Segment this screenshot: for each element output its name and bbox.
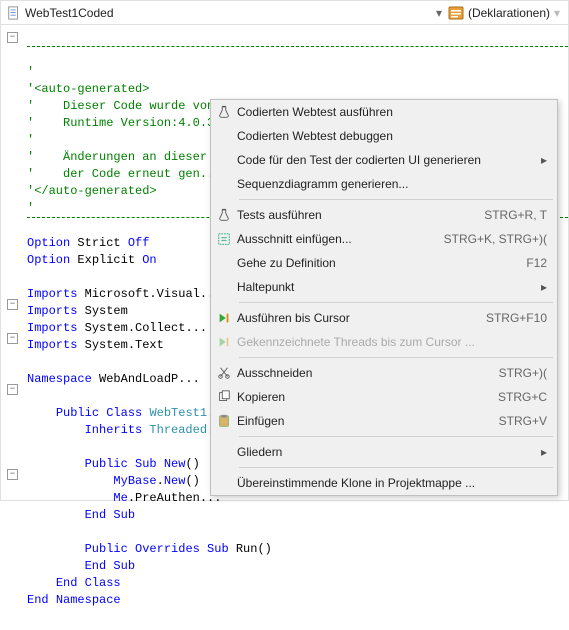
- menu-item-shortcut: STRG+K, STRG+)(: [444, 232, 547, 246]
- menu-item[interactable]: Einfügen STRG+V: [211, 409, 557, 433]
- paste-icon: [211, 414, 237, 428]
- file-selector[interactable]: WebTest1Coded: [7, 6, 114, 20]
- menu-item-shortcut: STRG+)(: [499, 366, 547, 380]
- menu-item-label: Sequenzdiagramm generieren...: [237, 177, 547, 191]
- editor-window: WebTest1Coded ▾ (Deklarationen) ▾ − − − …: [0, 0, 569, 501]
- fold-toggle[interactable]: −: [7, 333, 18, 344]
- menu-item[interactable]: Codierten Webtest debuggen: [211, 124, 557, 148]
- declarations-label: (Deklarationen): [468, 6, 550, 20]
- menu-item-label: Tests ausführen: [237, 208, 472, 222]
- menu-separator: [239, 436, 553, 437]
- fold-toggle[interactable]: −: [7, 384, 18, 395]
- menu-item[interactable]: Sequenzdiagramm generieren...: [211, 172, 557, 196]
- fold-gutter: − − − − −: [1, 29, 27, 630]
- menu-item[interactable]: Gehe zu Definition F12: [211, 251, 557, 275]
- menu-item-label: Ausschneiden: [237, 366, 487, 380]
- menu-item-label: Codierten Webtest ausführen: [237, 105, 547, 119]
- menu-item-label: Code für den Test der codierten UI gener…: [237, 153, 531, 167]
- menu-item-label: Gekennzeichnete Threads bis zum Cursor .…: [237, 335, 547, 349]
- context-menu: Codierten Webtest ausführen Codierten Web…: [210, 99, 558, 496]
- toolbar: WebTest1Coded ▾ (Deklarationen) ▾: [1, 1, 568, 25]
- menu-item[interactable]: Ausschneiden STRG+)(: [211, 361, 557, 385]
- menu-separator: [239, 357, 553, 358]
- snippet-icon: [211, 232, 237, 246]
- menu-item-label: Kopieren: [237, 390, 486, 404]
- menu-item[interactable]: Code für den Test der codierten UI gener…: [211, 148, 557, 172]
- dropdown-arrow-icon: ▾: [554, 6, 562, 20]
- file-icon: [7, 6, 21, 20]
- menu-item[interactable]: Kopieren STRG+C: [211, 385, 557, 409]
- menu-item-label: Ausführen bis Cursor: [237, 311, 474, 325]
- menu-item[interactable]: Ausführen bis Cursor STRG+F10: [211, 306, 557, 330]
- flask-icon: [211, 208, 237, 222]
- menu-item: Gekennzeichnete Threads bis zum Cursor .…: [211, 330, 557, 354]
- run-to-icon: [211, 311, 237, 325]
- menu-item[interactable]: Haltepunkt ▸: [211, 275, 557, 299]
- copy-icon: [211, 390, 237, 404]
- menu-item-shortcut: STRG+R, T: [484, 208, 547, 222]
- menu-item-shortcut: F12: [526, 256, 547, 270]
- file-label: WebTest1Coded: [25, 6, 114, 20]
- menu-item-label: Gliedern: [237, 445, 531, 459]
- menu-item[interactable]: Codierten Webtest ausführen: [211, 100, 557, 124]
- menu-separator: [239, 467, 553, 468]
- cut-icon: [211, 366, 237, 380]
- run-to-icon: [211, 335, 237, 349]
- fold-toggle[interactable]: −: [7, 469, 18, 480]
- menu-item-label: Codierten Webtest debuggen: [237, 129, 547, 143]
- menu-item-shortcut: STRG+V: [499, 414, 547, 428]
- menu-item-label: Ausschnitt einfügen...: [237, 232, 432, 246]
- flask-icon: [211, 105, 237, 119]
- menu-item-shortcut: STRG+C: [498, 390, 547, 404]
- fold-toggle[interactable]: −: [7, 299, 18, 310]
- menu-item-label: Haltepunkt: [237, 280, 531, 294]
- menu-item[interactable]: Gliedern ▸: [211, 440, 557, 464]
- submenu-arrow-icon: ▸: [537, 445, 547, 459]
- menu-item-label: Gehe zu Definition: [237, 256, 514, 270]
- submenu-arrow-icon: ▸: [537, 153, 547, 167]
- submenu-arrow-icon: ▸: [537, 280, 547, 294]
- menu-item-label: Übereinstimmende Klone in Projektmappe .…: [237, 476, 547, 490]
- dropdown-arrow-icon: ▾: [436, 6, 444, 20]
- menu-item[interactable]: Tests ausführen STRG+R, T: [211, 203, 557, 227]
- menu-item[interactable]: Ausschnitt einfügen... STRG+K, STRG+)(: [211, 227, 557, 251]
- declarations-icon: [448, 5, 464, 21]
- fold-toggle[interactable]: −: [7, 32, 18, 43]
- menu-item[interactable]: Übereinstimmende Klone in Projektmappe .…: [211, 471, 557, 495]
- menu-separator: [239, 302, 553, 303]
- menu-separator: [239, 199, 553, 200]
- menu-item-label: Einfügen: [237, 414, 487, 428]
- declarations-selector[interactable]: ▾ (Deklarationen) ▾: [436, 5, 562, 21]
- menu-item-shortcut: STRG+F10: [486, 311, 547, 325]
